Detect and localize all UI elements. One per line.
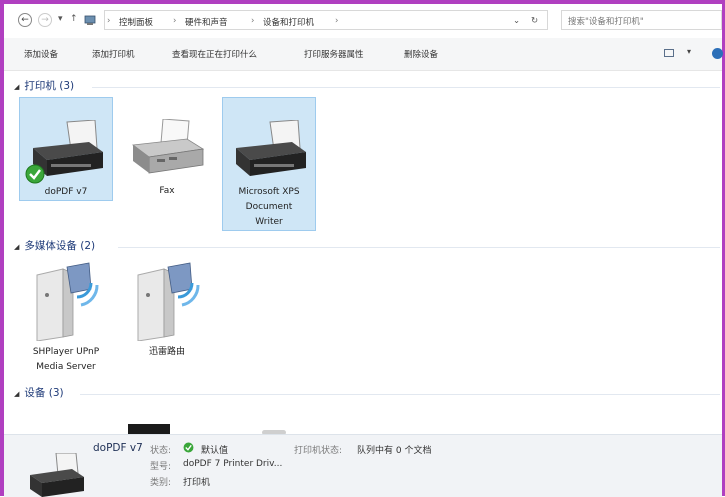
breadcrumb-separator-icon: ›: [173, 16, 177, 26]
group-divider: [118, 247, 720, 248]
window-frame-left: [0, 0, 4, 496]
group-header-printers[interactable]: ◢ 打印机 (3): [14, 78, 74, 93]
group-divider: [80, 394, 720, 395]
up-arrow-icon[interactable]: ↑: [70, 14, 78, 24]
media-server-icon: [137, 262, 200, 341]
address-dropdown-icon[interactable]: ⌄: [513, 16, 520, 26]
device-icon-partial: [128, 424, 170, 434]
control-panel-icon: [84, 14, 96, 29]
collapse-triangle-icon[interactable]: ◢: [14, 390, 19, 398]
group-header-multimedia[interactable]: ◢ 多媒体设备 (2): [14, 238, 95, 253]
remove-device-button[interactable]: 删除设备: [404, 48, 438, 60]
breadcrumb-separator-icon: ›: [335, 16, 339, 26]
device-label: Microsoft XPS Document Writer: [238, 187, 300, 227]
forward-button[interactable]: →: [38, 13, 52, 27]
add-printer-button[interactable]: 添加打印机: [92, 48, 135, 60]
details-status-value: 默认值: [201, 446, 229, 456]
details-print-status-value: 队列中有 0 个文档: [357, 446, 432, 456]
group-divider: [92, 87, 720, 88]
device-tile-fax[interactable]: Fax: [120, 97, 214, 201]
address-bar[interactable]: › 控制面板 › 硬件和声音 › 设备和打印机 › ⌄ ↻: [104, 10, 548, 30]
search-placeholder: 搜索"设备和打印机": [568, 17, 644, 27]
printer-icon: [30, 453, 84, 497]
breadcrumb-separator-icon: ›: [251, 16, 255, 26]
group-header-label: 打印机 (3): [24, 80, 75, 92]
back-button[interactable]: ←: [18, 13, 32, 27]
details-model-label: 型号:: [150, 462, 172, 472]
device-label: SHPlayer UPnP Media Server: [32, 347, 100, 372]
group-header-label: 多媒体设备 (2): [24, 240, 96, 252]
details-device-name: doPDF v7: [93, 442, 143, 454]
default-check-icon: [183, 442, 194, 453]
command-bar: 添加设备 添加打印机 查看现在正在打印什么 打印服务器属性 删除设备 ▾: [4, 38, 723, 71]
add-device-button[interactable]: 添加设备: [24, 48, 58, 60]
breadcrumb-devices-printers[interactable]: 设备和打印机: [263, 16, 314, 28]
details-model-value: doPDF 7 Printer Driv...: [183, 459, 283, 469]
device-tile-xunlei-router[interactable]: 迅雷路由: [120, 255, 214, 377]
address-row: ← → ▾ ↑ › 控制面板 › 硬件和声音 › 设备和打印机 › ⌄ ↻ 搜索…: [4, 4, 722, 38]
collapse-triangle-icon[interactable]: ◢: [14, 243, 19, 251]
fax-icon: [131, 119, 205, 174]
refresh-icon[interactable]: ↻: [531, 16, 538, 26]
details-print-status-label: 打印机状态:: [294, 446, 343, 456]
details-category-label: 类别:: [150, 478, 172, 488]
breadcrumb-control-panel[interactable]: 控制面板: [119, 16, 153, 28]
breadcrumb-separator-icon: ›: [107, 16, 111, 26]
see-whats-printing-button[interactable]: 查看现在正在打印什么: [172, 48, 257, 60]
details-status-label: 状态:: [150, 446, 172, 456]
device-tile-dopdf[interactable]: doPDF v7: [19, 97, 113, 201]
device-label: Fax: [159, 186, 175, 196]
device-tile-shplayer[interactable]: SHPlayer UPnP Media Server: [19, 255, 113, 377]
device-label: doPDF v7: [44, 187, 88, 197]
group-header-devices[interactable]: ◢ 设备 (3): [14, 385, 64, 400]
breadcrumb-hardware-sound[interactable]: 硬件和声音: [185, 16, 228, 28]
device-label: 迅雷路由: [148, 347, 185, 357]
device-tile-xps-writer[interactable]: Microsoft XPS Document Writer: [222, 97, 316, 231]
media-server-icon: [36, 262, 99, 341]
print-server-properties-button[interactable]: 打印服务器属性: [304, 48, 364, 60]
help-icon[interactable]: [712, 48, 723, 59]
details-pane: doPDF v7 状态: 默认值 打印机状态: 队列中有 0 个文档 型号: d…: [4, 434, 722, 497]
group-header-label: 设备 (3): [24, 387, 64, 399]
change-view-icon[interactable]: [664, 49, 674, 57]
collapse-triangle-icon[interactable]: ◢: [14, 83, 19, 91]
view-dropdown-icon[interactable]: ▾: [687, 47, 691, 56]
details-category-value: 打印机: [183, 478, 211, 488]
default-check-icon: [25, 164, 45, 184]
printer-icon: [236, 120, 306, 176]
recent-locations-icon[interactable]: ▾: [58, 14, 63, 24]
search-input[interactable]: 搜索"设备和打印机": [561, 10, 722, 30]
